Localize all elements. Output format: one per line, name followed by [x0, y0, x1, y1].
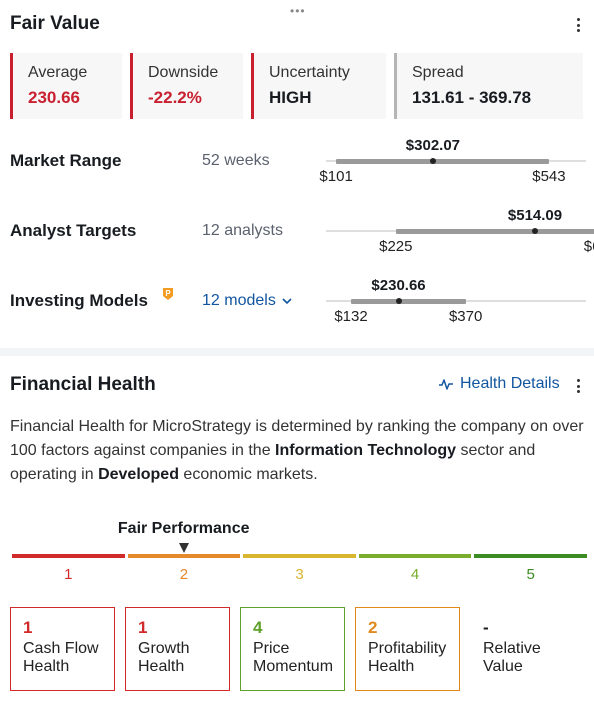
scale-segment [358, 554, 472, 558]
range-low-label: $132 [334, 308, 368, 325]
desc-part: economic markets. [178, 466, 318, 483]
card-score: 4 [253, 618, 263, 637]
target-marker [532, 228, 538, 234]
models-dropdown[interactable]: 12 models [202, 292, 292, 310]
card-label: Health [138, 658, 185, 675]
average-label: Average [28, 64, 88, 81]
market-type: Developed [98, 466, 179, 483]
scale-number: 5 [526, 566, 535, 583]
uncertainty-label: Uncertainty [269, 64, 350, 81]
health-details-link[interactable]: Health Details [438, 375, 560, 393]
investing-models-label: Investing Models [10, 291, 148, 310]
financial-health-menu-icon[interactable] [570, 377, 586, 395]
card-label: Growth [138, 640, 190, 657]
uncertainty-value: HIGH [269, 88, 312, 107]
model-marker [395, 298, 402, 304]
range-bar [351, 298, 466, 304]
section-divider [0, 348, 594, 356]
analyst-targets-slider: $514.09 $225 $650 [326, 203, 594, 263]
market-range-slider: $302.07 $101 $543 [319, 133, 586, 193]
chevron-down-icon [282, 298, 292, 305]
fair-value-title: Fair Value [10, 13, 100, 34]
downside-card: Downside -22.2% [130, 53, 243, 119]
card-label: Profitability [368, 640, 447, 657]
card-label: Momentum [253, 658, 334, 675]
market-range-period: 52 weeks [202, 152, 270, 169]
market-range-label: Market Range [10, 151, 122, 170]
cash-flow-health-card[interactable]: 1 Cash Flow Health [10, 607, 115, 691]
scale-number: 3 [295, 566, 304, 583]
relative-value-card[interactable]: - Relative Value [470, 607, 575, 691]
scale-segment [127, 554, 241, 558]
performance-label: Fair Performance [117, 520, 250, 537]
models-dropdown-label: 12 models [202, 292, 276, 309]
spread-value: 131.61 - 369.78 [412, 88, 532, 107]
average-value: 230.66 [28, 88, 80, 107]
card-score: 1 [138, 618, 148, 637]
model-value-label: $230.66 [371, 277, 426, 294]
health-scale-numbers: 1 2 3 4 5 [12, 566, 587, 583]
current-price-label: $302.07 [405, 137, 461, 154]
average-card: Average 230.66 [10, 53, 122, 119]
range-high-label: $370 [448, 308, 483, 325]
card-score: 2 [368, 618, 378, 637]
spread-label: Spread [412, 64, 464, 81]
analyst-count: 12 analysts [202, 222, 283, 239]
range-bar [336, 158, 549, 164]
card-label: Value [483, 658, 523, 675]
spread-card: Spread 131.61 - 369.78 [394, 53, 583, 119]
scale-segment [12, 554, 125, 558]
analyst-targets-label: Analyst Targets [10, 221, 137, 240]
fair-value-cards: Average 230.66 Downside -22.2% Uncertain… [10, 53, 583, 119]
svg-text:P: P [165, 289, 171, 298]
scale-number: 4 [410, 566, 420, 583]
range-low-label: $225 [379, 238, 413, 255]
card-label: Price [253, 640, 290, 657]
pulse-icon [439, 379, 453, 390]
scale-number: 1 [64, 566, 73, 583]
scale-number: 2 [179, 566, 189, 583]
downside-label: Downside [148, 64, 219, 81]
uncertainty-card: Uncertainty HIGH [251, 53, 386, 119]
fair-value-menu-icon[interactable] [570, 16, 586, 34]
downside-value: -22.2% [148, 88, 202, 107]
scale-segment [243, 554, 356, 558]
pro-badge-icon: P [163, 288, 173, 300]
investing-models-slider: $230.66 $132 $370 [326, 273, 586, 333]
health-scale [12, 554, 587, 558]
growth-health-card[interactable]: 1 Growth Health [125, 607, 230, 691]
scale-segment [474, 554, 587, 558]
health-details-label: Health Details [460, 375, 560, 392]
range-bar [395, 228, 594, 234]
drag-handle-icon[interactable]: ••• [290, 4, 306, 18]
profitability-health-card[interactable]: 2 Profitability Health [355, 607, 460, 691]
card-label: Relative [483, 640, 541, 657]
card-label: Health [368, 658, 415, 675]
sector-name: Information Technology [275, 442, 457, 459]
current-marker [429, 158, 436, 164]
card-score: - [483, 618, 489, 637]
analyst-target-label: $514.09 [507, 207, 563, 224]
range-high-label: $543 [532, 168, 566, 185]
performance-marker-icon [178, 543, 189, 553]
health-cards: 1 Cash Flow Health 1 Growth Health 4 Pri… [10, 607, 575, 691]
range-low-label: $101 [319, 168, 353, 185]
range-high-label: $650 [583, 238, 594, 255]
health-description: Financial Health for MicroStrategy is de… [10, 415, 585, 487]
price-momentum-card[interactable]: 4 Price Momentum [240, 607, 345, 691]
card-label: Cash Flow [23, 640, 99, 657]
card-label: Health [23, 658, 70, 675]
card-score: 1 [23, 618, 33, 637]
financial-health-title: Financial Health [10, 374, 156, 395]
